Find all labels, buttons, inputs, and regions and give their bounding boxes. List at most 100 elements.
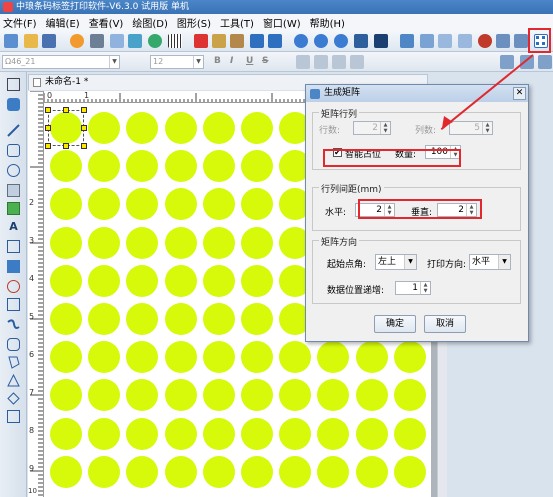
save-icon[interactable] — [42, 34, 56, 48]
table-tool-icon[interactable] — [7, 298, 20, 311]
redo-icon[interactable] — [268, 34, 282, 48]
label-circle[interactable] — [355, 341, 388, 374]
label-circle[interactable] — [279, 417, 312, 450]
label-circle[interactable] — [126, 226, 159, 259]
rows-input[interactable]: 2 ▲ ▼ — [353, 121, 391, 135]
group-icon[interactable] — [438, 34, 452, 48]
menu-help[interactable]: 帮助(H) — [310, 15, 345, 30]
label-circle[interactable] — [126, 188, 159, 221]
label-circle[interactable] — [393, 417, 426, 450]
label-circle[interactable] — [126, 150, 159, 183]
font-select[interactable]: Ω46_21 ▼ — [2, 55, 120, 69]
label-circle[interactable] — [393, 455, 426, 488]
copy-icon[interactable] — [212, 34, 226, 48]
resize-handle[interactable] — [63, 143, 69, 149]
label-circle[interactable] — [317, 417, 350, 450]
mirror-icon[interactable] — [538, 55, 552, 69]
richtext-tool-icon[interactable] — [7, 240, 20, 253]
label-circle[interactable] — [355, 455, 388, 488]
font-size-select[interactable]: 12 ▼ — [150, 55, 204, 69]
label-circle[interactable] — [50, 226, 82, 259]
align-center-icon[interactable] — [314, 55, 328, 69]
paste-icon[interactable] — [230, 34, 244, 48]
menu-shape[interactable]: 图形(S) — [177, 15, 211, 30]
distribute-icon[interactable] — [420, 34, 434, 48]
print-icon[interactable] — [90, 34, 104, 48]
label-circle[interactable] — [50, 150, 82, 183]
dots-icon[interactable] — [374, 34, 388, 48]
line-tool-icon[interactable] — [7, 124, 20, 137]
database-icon[interactable] — [128, 34, 142, 48]
label-circle[interactable] — [317, 379, 350, 412]
menu-window[interactable]: 窗口(W) — [263, 15, 301, 30]
menu-file[interactable]: 文件(F) — [3, 15, 37, 30]
label-circle[interactable] — [355, 379, 388, 412]
dialog-title-bar[interactable]: 生成矩阵 ✕ — [306, 85, 528, 102]
label-circle[interactable] — [50, 341, 82, 374]
close-button[interactable]: ✕ — [513, 87, 526, 100]
label-circle[interactable] — [279, 455, 312, 488]
label-circle[interactable] — [202, 379, 235, 412]
label-circle[interactable] — [50, 188, 82, 221]
label-circle[interactable] — [88, 112, 121, 144]
resize-handle[interactable] — [81, 143, 87, 149]
label-circle[interactable] — [88, 417, 121, 450]
label-circle[interactable] — [279, 341, 312, 374]
label-circle[interactable] — [88, 188, 121, 221]
label-circle[interactable] — [202, 264, 235, 297]
label-circle[interactable] — [202, 150, 235, 183]
preview-icon[interactable] — [110, 34, 124, 48]
menu-draw[interactable]: 绘图(D) — [132, 15, 168, 30]
label-circle[interactable] — [202, 303, 235, 335]
align-right-icon[interactable] — [332, 55, 346, 69]
order-icon[interactable] — [514, 34, 528, 48]
barcode-icon[interactable] — [168, 34, 182, 48]
globe-icon[interactable] — [148, 34, 162, 48]
align-left-icon[interactable] — [296, 55, 310, 69]
label-circle[interactable] — [164, 303, 197, 335]
label-circle[interactable] — [126, 303, 159, 335]
label-circle[interactable] — [88, 226, 121, 259]
label-circle[interactable] — [164, 226, 197, 259]
label-circle[interactable] — [241, 379, 273, 412]
rounded-rect-tool-icon[interactable] — [7, 338, 20, 351]
layer-icon[interactable] — [496, 34, 510, 48]
label-circle[interactable] — [164, 379, 197, 412]
ellipse-tool-icon[interactable] — [7, 164, 20, 177]
label-circle[interactable] — [126, 341, 159, 374]
label-circle[interactable] — [88, 455, 121, 488]
label-circle[interactable] — [126, 455, 159, 488]
new-icon[interactable] — [4, 34, 18, 48]
label-circle[interactable] — [50, 417, 82, 450]
label-circle[interactable] — [241, 455, 273, 488]
polygon-tool-icon[interactable] — [7, 356, 20, 369]
label-circle[interactable] — [164, 188, 197, 221]
label-circle[interactable] — [164, 341, 197, 374]
triangle-tool-icon[interactable] — [7, 373, 20, 387]
label-circle[interactable] — [164, 150, 197, 183]
label-circle[interactable] — [126, 264, 159, 297]
menu-view[interactable]: 查看(V) — [89, 15, 124, 30]
select-tool-icon[interactable] — [7, 78, 20, 91]
ungroup-icon[interactable] — [458, 34, 472, 48]
resize-handle[interactable] — [63, 107, 69, 113]
label-circle[interactable] — [241, 303, 273, 335]
italic-button[interactable]: I — [230, 56, 233, 66]
label-circle[interactable] — [50, 264, 82, 297]
menu-edit[interactable]: 编辑(E) — [46, 15, 80, 30]
label-circle[interactable] — [126, 417, 159, 450]
bold-button[interactable]: B — [214, 56, 221, 66]
resize-handle[interactable] — [81, 107, 87, 113]
zoom-out-icon[interactable] — [314, 34, 328, 48]
label-circle[interactable] — [126, 112, 159, 144]
picture-tool-icon[interactable] — [7, 202, 20, 215]
print-direction-select[interactable]: 水平 ▼ — [469, 254, 511, 270]
label-circle[interactable] — [88, 150, 121, 183]
grid-icon[interactable] — [354, 34, 368, 48]
label-circle[interactable] — [88, 264, 121, 297]
label-circle[interactable] — [50, 303, 82, 335]
resize-handle[interactable] — [45, 125, 51, 131]
underline-button[interactable]: U — [246, 56, 253, 66]
label-circle[interactable] — [164, 264, 197, 297]
image-tool-icon[interactable] — [7, 184, 20, 197]
